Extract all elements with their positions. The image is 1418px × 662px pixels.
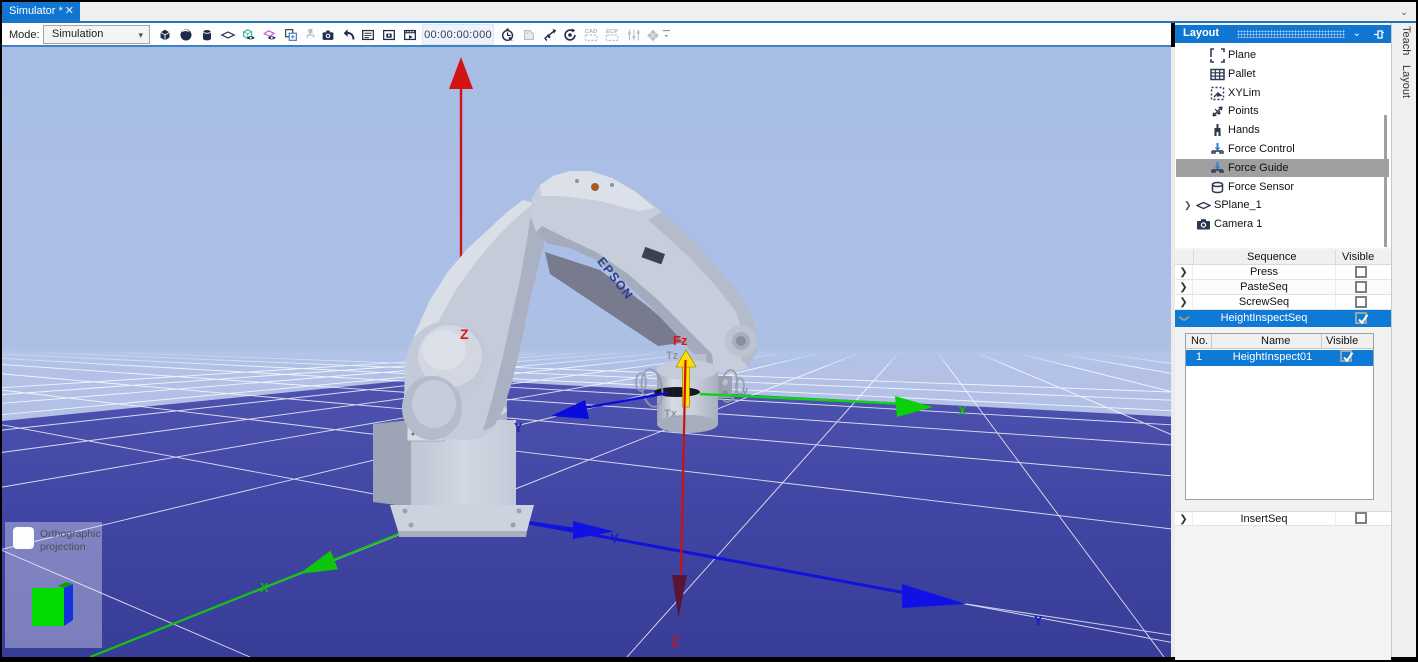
svg-text:Tz: Tz <box>666 350 679 362</box>
svg-text:Orthographic: Orthographic <box>40 528 101 540</box>
svg-text:ECP: ECP <box>606 29 618 35</box>
svg-text:X: X <box>260 580 269 595</box>
svg-text:projection: projection <box>40 541 86 553</box>
svg-text:Tx: Tx <box>664 408 678 420</box>
svg-text:X: X <box>958 403 967 418</box>
svg-text:Z: Z <box>460 326 469 342</box>
svg-text:Y: Y <box>514 420 523 435</box>
svg-text:Y: Y <box>610 531 619 546</box>
svg-text:Fz: Fz <box>673 333 688 348</box>
svg-text:CAD: CAD <box>585 29 598 35</box>
svg-text:Y: Y <box>1034 613 1043 628</box>
svg-text:Z: Z <box>671 634 679 649</box>
